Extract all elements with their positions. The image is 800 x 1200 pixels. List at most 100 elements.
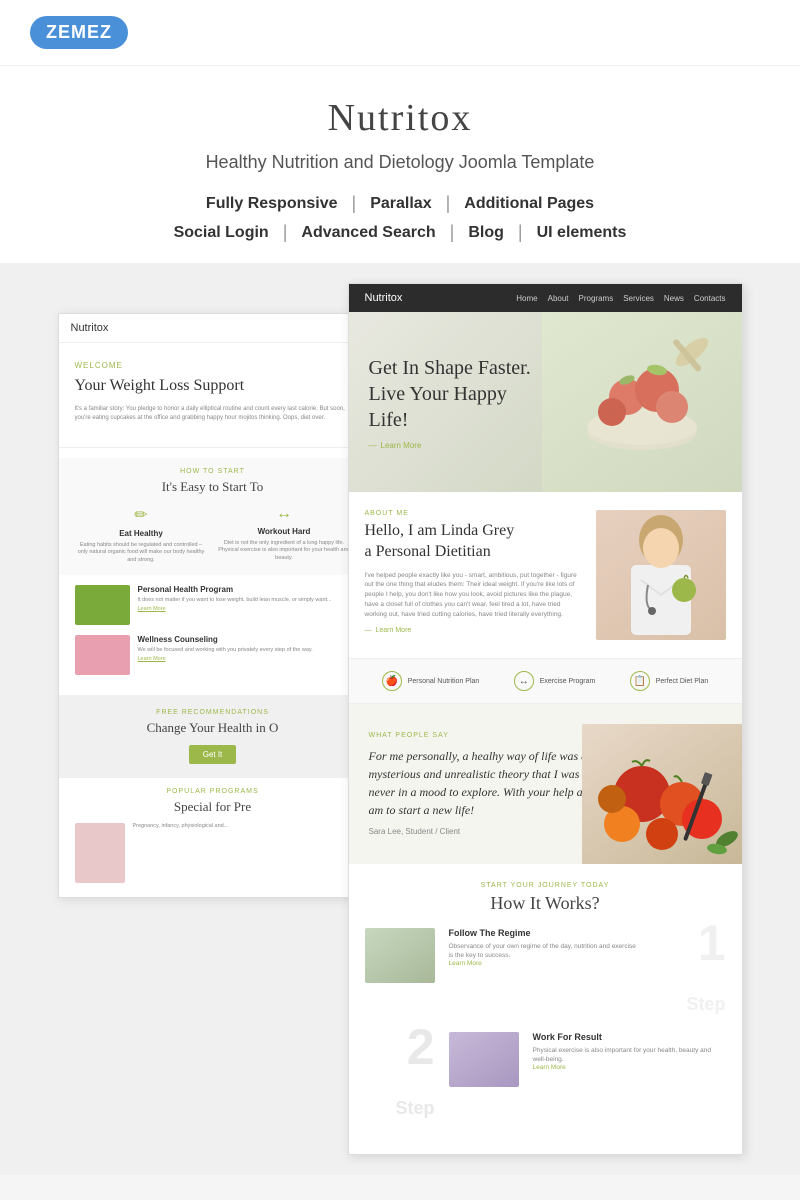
feature-additional-pages: Additional Pages — [464, 195, 594, 213]
nav-link-programs[interactable]: Programs — [579, 294, 614, 303]
logo[interactable]: ZEMEZ — [30, 16, 128, 49]
step1-content: Follow The Regime Observance of your own… — [449, 928, 642, 967]
howto-title: It's Easy to Start To — [75, 479, 351, 495]
hero-content: Get In Shape Faster.Live Your Happy Life… — [349, 335, 569, 470]
feature-ui-elements: UI elements — [537, 224, 627, 242]
separator-3: | — [283, 222, 288, 243]
nav-link-news[interactable]: News — [664, 294, 684, 303]
step1-number: 1Step — [656, 918, 726, 1018]
top-bar: ZEMEZ — [0, 0, 800, 66]
card2-text: Diet is not the only ingredient of a lon… — [218, 540, 351, 563]
service-item-2: Wellness Counseling We will be focused a… — [75, 635, 351, 675]
testimonial-section: WHAT PEOPLE SAY For me personally, a hea… — [349, 704, 742, 864]
cta-title: Change Your Health in O — [75, 720, 351, 736]
card1-title: Eat Healthy — [75, 529, 208, 538]
right-nav-brand: Nutritox — [365, 292, 403, 304]
nav-link-home[interactable]: Home — [516, 294, 537, 303]
cta-button[interactable]: Get It — [189, 745, 237, 764]
workout-icon: ↔ — [218, 505, 351, 523]
service2-text: We will be focused and working with you … — [138, 647, 313, 653]
left-hero-title: Your Weight Loss Support — [75, 376, 351, 397]
about-title: Hello, I am Linda Greya Personal Dietiti… — [365, 521, 582, 563]
card2-title: Workout Hard — [218, 527, 351, 536]
step-2: 2Step Work For Result Physical exercise … — [365, 1032, 726, 1122]
product-name: Nutritox — [20, 96, 780, 140]
card-workout-hard: ↔ Workout Hard Diet is not the only ingr… — [218, 505, 351, 565]
about-label: ABOUT ME — [365, 510, 582, 517]
testimonial-author: Sara Lee, Student / Client — [369, 827, 599, 836]
nav-link-services[interactable]: Services — [623, 294, 654, 303]
testimonial-content: WHAT PEOPLE SAY For me personally, a hea… — [369, 732, 599, 836]
left-preview-panel: Nutritox WELCOME Your Weight Loss Suppor… — [58, 313, 368, 898]
howto-cards: ✏ Eat Healthy Eating habits should be re… — [75, 505, 351, 565]
step2-text: Physical exercise is also important for … — [533, 1046, 726, 1064]
left-nav: Nutritox — [59, 314, 367, 343]
step2-title: Work For Result — [533, 1032, 726, 1042]
program-text: Pregnancy, infancy, physiological and... — [133, 823, 229, 831]
left-hero-text: It's a familiar story: You pledge to hon… — [75, 405, 351, 423]
testimonial-label: WHAT PEOPLE SAY — [369, 732, 599, 739]
product-subtitle: Healthy Nutrition and Dietology Joomla T… — [20, 152, 780, 173]
separator-5: | — [518, 222, 523, 243]
about-learn-more[interactable]: — Learn More — [365, 627, 582, 634]
step1-text: Observance of your own regime of the day… — [449, 942, 642, 960]
step2-image — [449, 1032, 519, 1087]
howworks-title: How It Works? — [365, 893, 726, 914]
service1-image — [75, 585, 130, 625]
service-item-1: Personal Health Program It does not matt… — [75, 585, 351, 625]
hero-learn-more[interactable]: — Learn More — [369, 441, 549, 450]
step1-link[interactable]: Learn More — [449, 960, 642, 967]
about-text: I've helped people exactly like you - sm… — [365, 571, 582, 620]
eat-healthy-icon: ✏ — [75, 505, 208, 525]
right-nav-links: Home About Programs Services News Contac… — [516, 294, 725, 303]
card-eat-healthy: ✏ Eat Healthy Eating habits should be re… — [75, 505, 208, 565]
right-hero: Get In Shape Faster.Live Your Happy Life… — [349, 312, 742, 492]
right-nav: Nutritox Home About Programs Services Ne… — [349, 284, 742, 312]
howworks-label: START YOUR JOURNEY TODAY — [365, 882, 726, 889]
step2-content: Work For Result Physical exercise is als… — [533, 1032, 726, 1071]
left-welcome-label: WELCOME — [75, 361, 351, 370]
divider-1 — [59, 447, 367, 448]
features-row-1: Fully Responsive | Parallax | Additional… — [20, 193, 780, 214]
title-section: Nutritox Healthy Nutrition and Dietology… — [0, 66, 800, 263]
how-it-works-section: START YOUR JOURNEY TODAY How It Works? F… — [349, 864, 742, 1154]
nav-link-contacts[interactable]: Contacts — [694, 294, 726, 303]
service2-image — [75, 635, 130, 675]
nutrition-label: Personal Nutrition Plan — [408, 678, 480, 685]
programs-title: Special for Pre — [75, 799, 351, 815]
howto-section: HOW TO START It's Easy to Start To ✏ Eat… — [59, 458, 367, 575]
icons-bar: 🍎 Personal Nutrition Plan ↔ Exercise Pro… — [349, 658, 742, 704]
service1-learn-more[interactable]: Learn More — [138, 606, 332, 612]
nutrition-icon: 🍎 — [382, 671, 402, 691]
features-row-2: Social Login | Advanced Search | Blog | … — [20, 222, 780, 243]
exercise-icon: ↔ — [514, 671, 534, 691]
feature-parallax: Parallax — [370, 195, 431, 213]
feature-blog: Blog — [468, 224, 504, 242]
program-image — [75, 823, 125, 883]
feature-fully-responsive: Fully Responsive — [206, 195, 338, 213]
step1-image — [365, 928, 435, 983]
cta-section: FREE RECOMMENDATIONS Change Your Health … — [59, 695, 367, 778]
program-content: Pregnancy, infancy, physiological and... — [133, 823, 229, 831]
separator-1: | — [352, 193, 357, 214]
cta-label: FREE RECOMMENDATIONS — [75, 709, 351, 716]
preview-section: Nutritox WELCOME Your Weight Loss Suppor… — [0, 263, 800, 1175]
service2-learn-more[interactable]: Learn More — [138, 656, 313, 662]
icon-item-nutrition: 🍎 Personal Nutrition Plan — [382, 671, 480, 691]
separator-4: | — [450, 222, 455, 243]
howto-label: HOW TO START — [75, 468, 351, 475]
service2-content: Wellness Counseling We will be focused a… — [138, 635, 313, 675]
card1-text: Eating habits should be regulated and co… — [75, 542, 208, 565]
nav-link-about[interactable]: About — [548, 294, 569, 303]
testimonial-food-image — [582, 724, 742, 864]
feature-advanced-search: Advanced Search — [301, 224, 435, 242]
separator-2: | — [446, 193, 451, 214]
arrow-icon: — — [369, 441, 377, 450]
step2-number: 2Step — [365, 1022, 435, 1122]
step1-title: Follow The Regime — [449, 928, 642, 938]
icon-item-exercise: ↔ Exercise Program — [514, 671, 596, 691]
service1-text: It does not matter if you want to lose w… — [138, 597, 332, 603]
step2-link[interactable]: Learn More — [533, 1064, 726, 1071]
feature-social-login: Social Login — [174, 224, 269, 242]
service2-title: Wellness Counseling — [138, 635, 313, 644]
